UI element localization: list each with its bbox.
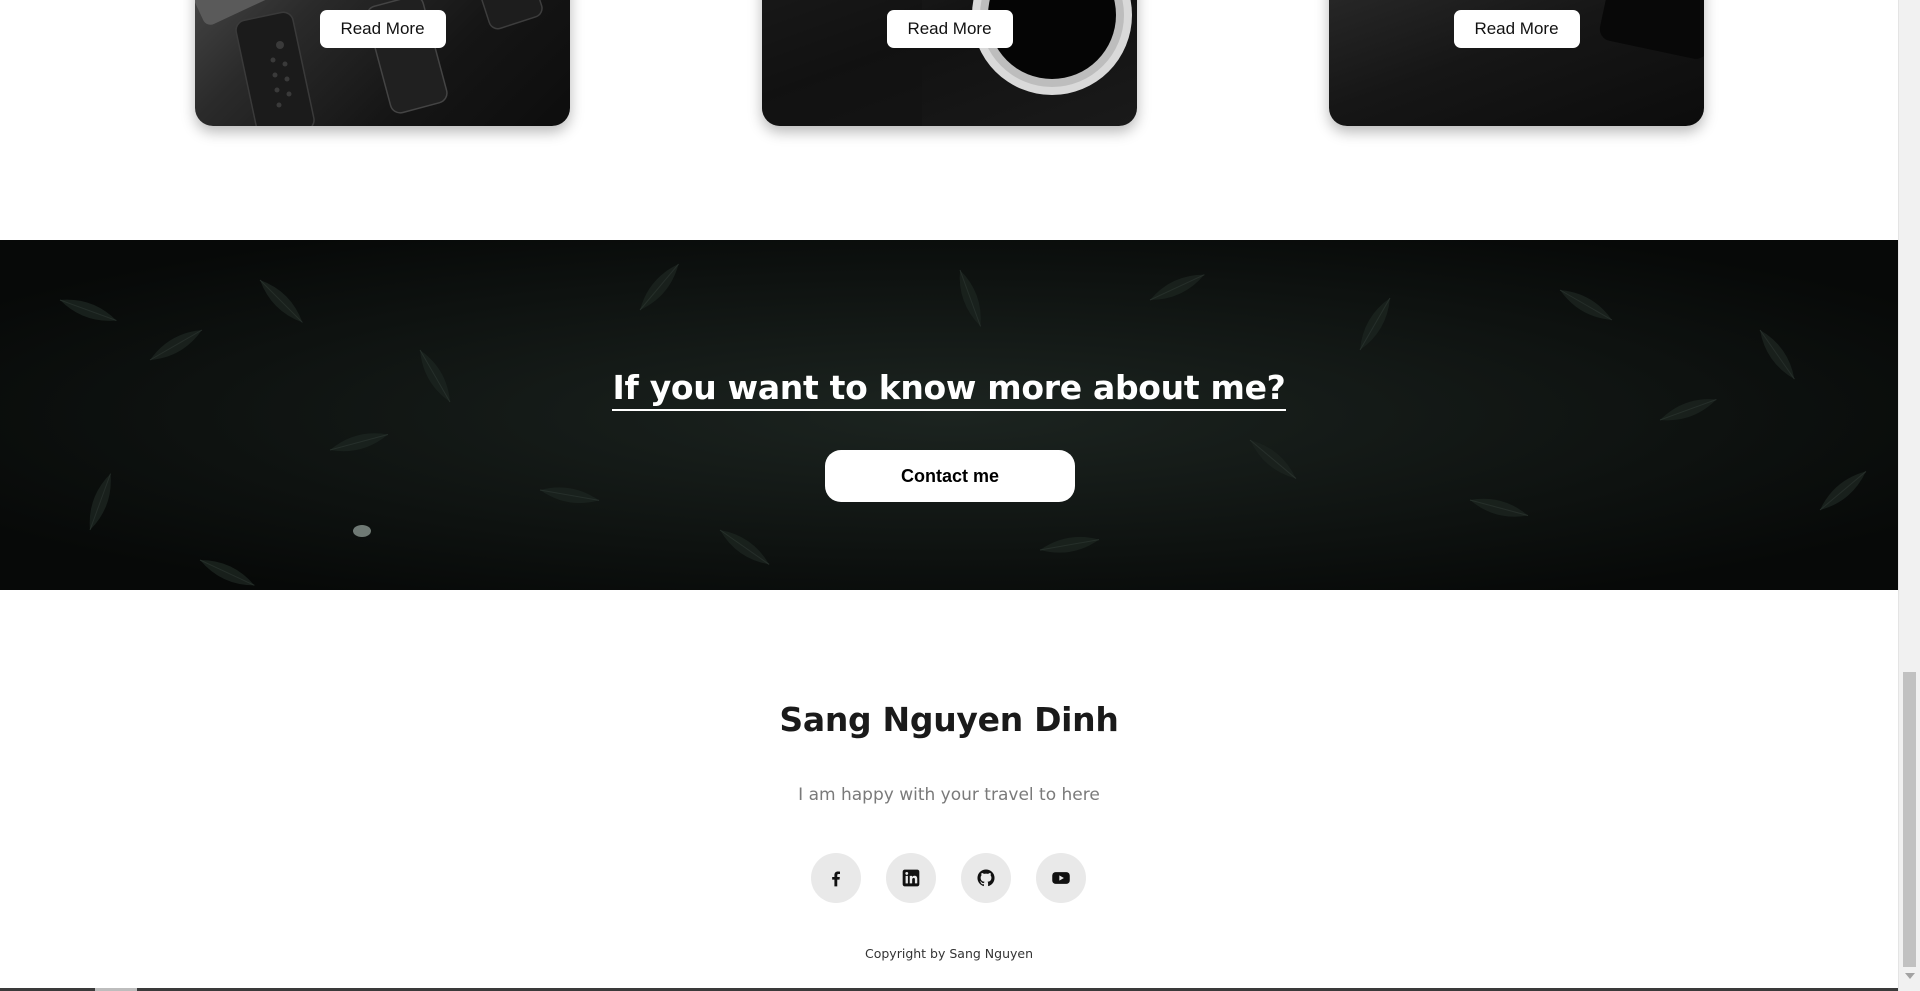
blog-card-3: Read More xyxy=(1329,0,1704,126)
blog-card-2: Read More xyxy=(762,0,1137,126)
footer-author-name: Sang Nguyen Dinh xyxy=(779,700,1119,739)
github-icon xyxy=(977,869,995,887)
linkedin-icon xyxy=(902,869,920,887)
youtube-link[interactable] xyxy=(1036,853,1086,903)
vertical-scrollbar[interactable] xyxy=(1898,0,1920,991)
cta-heading: If you want to know more about me? xyxy=(0,368,1898,411)
scrollbar-thumb[interactable] xyxy=(1903,672,1916,967)
social-links xyxy=(811,853,1086,903)
copyright-text: Copyright by Sang Nguyen xyxy=(865,946,1033,961)
page: Read More Read More Read More If you wan… xyxy=(0,0,1898,991)
leaves-background-image xyxy=(0,240,1898,590)
read-more-button-2[interactable]: Read More xyxy=(886,10,1013,48)
github-link[interactable] xyxy=(961,853,1011,903)
contact-me-button[interactable]: Contact me xyxy=(825,450,1075,502)
footer-tagline: I am happy with your travel to here xyxy=(798,785,1100,805)
blog-card-1: Read More xyxy=(195,0,570,126)
read-more-button-1[interactable]: Read More xyxy=(319,10,446,48)
cta-heading-text: If you want to know more about me? xyxy=(612,368,1286,411)
facebook-icon xyxy=(832,871,840,887)
read-more-button-3[interactable]: Read More xyxy=(1453,10,1580,48)
youtube-icon xyxy=(1052,872,1070,884)
scroll-down-arrow-icon[interactable] xyxy=(1905,973,1915,979)
linkedin-link[interactable] xyxy=(886,853,936,903)
facebook-link[interactable] xyxy=(811,853,861,903)
contact-banner: If you want to know more about me? Conta… xyxy=(0,240,1898,590)
